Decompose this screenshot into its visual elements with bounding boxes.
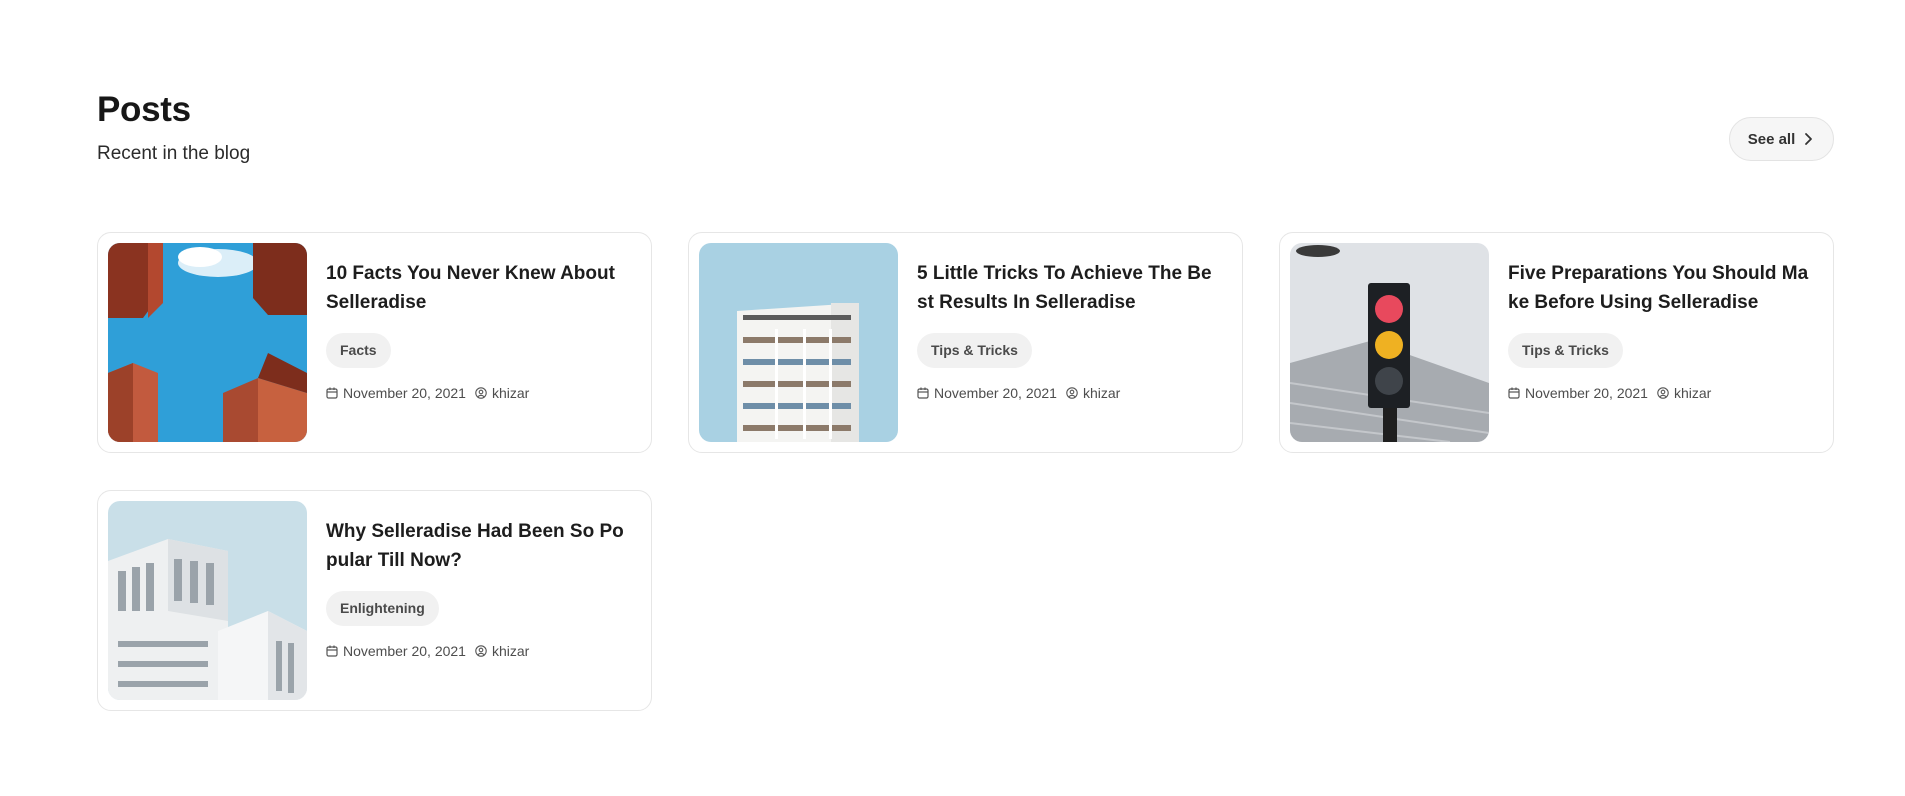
post-title[interactable]: Why Selleradise Had Been So Popular Till… — [326, 517, 631, 575]
post-card[interactable]: 5 Little Tricks To Achieve The Best Resu… — [688, 232, 1243, 453]
post-card[interactable]: Five Preparations You Should Make Before… — [1279, 232, 1834, 453]
post-thumbnail[interactable] — [108, 243, 307, 442]
post-title[interactable]: 10 Facts You Never Knew About Selleradis… — [326, 259, 631, 317]
post-meta: November 20, 2021 khizar — [326, 643, 631, 659]
post-meta: November 20, 2021 khizar — [1508, 385, 1813, 401]
calendar-icon — [1508, 387, 1520, 399]
post-tag[interactable]: Facts — [326, 333, 391, 368]
page-title: Posts — [97, 90, 191, 129]
user-icon — [475, 645, 487, 657]
post-card[interactable]: 10 Facts You Never Knew About Selleradis… — [97, 232, 652, 453]
post-tag[interactable]: Tips & Tricks — [1508, 333, 1623, 368]
post-tag[interactable]: Tips & Tricks — [917, 333, 1032, 368]
calendar-icon — [326, 387, 338, 399]
user-icon — [1066, 387, 1078, 399]
post-date: November 20, 2021 — [934, 385, 1057, 401]
calendar-icon — [917, 387, 929, 399]
traffic-light-image — [1290, 243, 1489, 442]
post-card[interactable]: Why Selleradise Had Been So Popular Till… — [97, 490, 652, 711]
post-thumbnail[interactable] — [699, 243, 898, 442]
post-tag[interactable]: Enlightening — [326, 591, 439, 626]
post-meta: November 20, 2021 khizar — [917, 385, 1222, 401]
post-thumbnail[interactable] — [108, 501, 307, 700]
post-title[interactable]: 5 Little Tricks To Achieve The Best Resu… — [917, 259, 1222, 317]
post-date: November 20, 2021 — [1525, 385, 1648, 401]
white-tower-image — [699, 243, 898, 442]
user-icon — [475, 387, 487, 399]
posts-section: Posts Recent in the blog See all 10 Fact… — [97, 0, 1834, 796]
post-thumbnail[interactable] — [1290, 243, 1489, 442]
post-author[interactable]: khizar — [492, 643, 529, 659]
user-icon — [1657, 387, 1669, 399]
red-walls-image — [108, 243, 307, 442]
post-meta: November 20, 2021 khizar — [326, 385, 631, 401]
section-header: Posts Recent in the blog See all — [97, 88, 1834, 178]
see-all-label: See all — [1747, 130, 1796, 148]
page-subtitle: Recent in the blog — [97, 143, 251, 164]
post-author[interactable]: khizar — [1083, 385, 1120, 401]
post-title[interactable]: Five Preparations You Should Make Before… — [1508, 259, 1813, 317]
post-author[interactable]: khizar — [1674, 385, 1711, 401]
chevron-right-icon — [1805, 133, 1813, 145]
post-date: November 20, 2021 — [343, 643, 466, 659]
post-date: November 20, 2021 — [343, 385, 466, 401]
post-author[interactable]: khizar — [492, 385, 529, 401]
see-all-button[interactable]: See all — [1729, 117, 1834, 161]
calendar-icon — [326, 645, 338, 657]
white-building-image — [108, 501, 307, 700]
